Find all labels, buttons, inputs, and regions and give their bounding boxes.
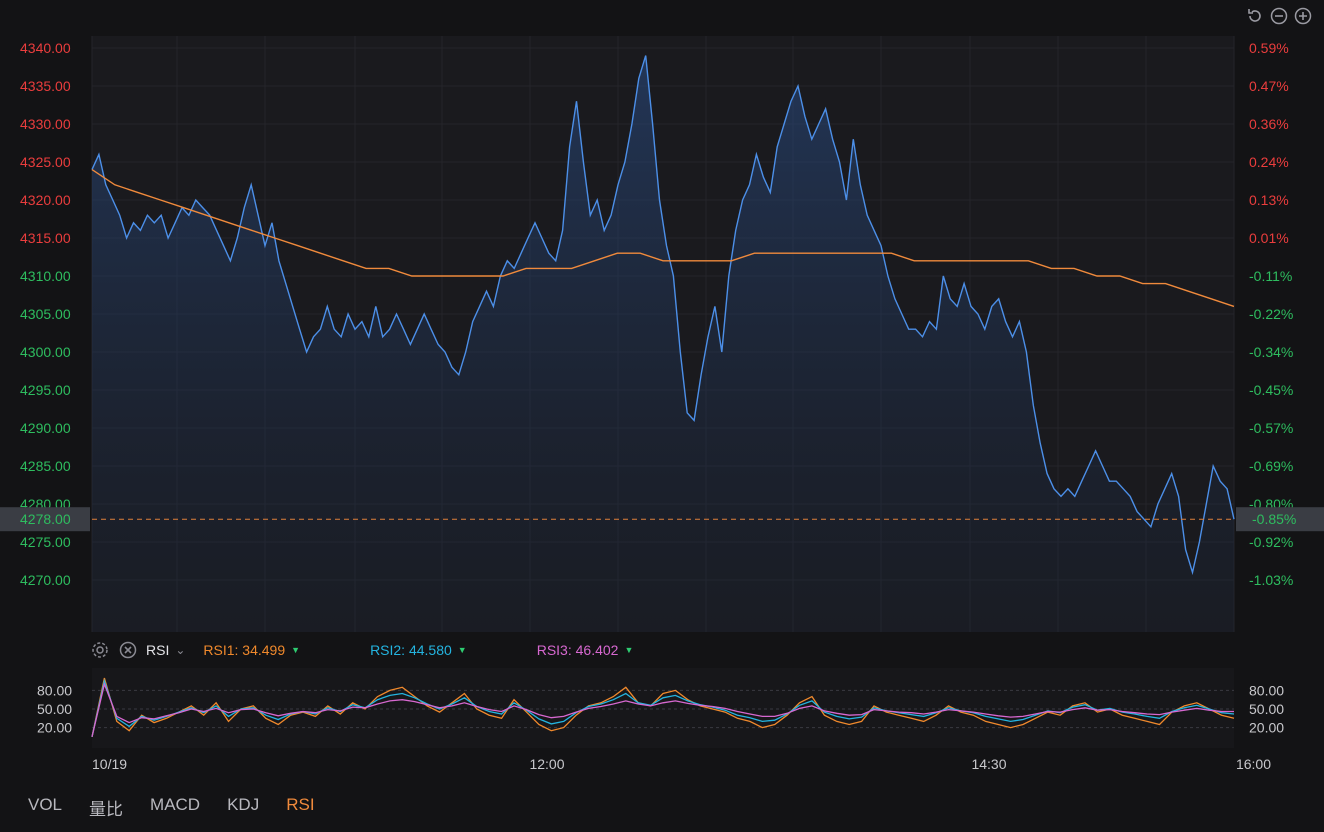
y-tick-right: -0.69%	[1249, 458, 1293, 474]
y-tick-right: -0.57%	[1249, 420, 1293, 436]
y-tick-right: 0.24%	[1249, 154, 1289, 170]
rsi-plot-bg	[92, 668, 1234, 748]
rsi1-value: RSI1: 34.499 ▼	[203, 642, 300, 658]
last-price-label: 4278.00	[20, 511, 71, 527]
rsi-chart: 80.00 80.00 50.00 50.00 20.00 20.00	[37, 668, 1284, 748]
chevron-down-icon[interactable]: ⌄	[175, 643, 185, 657]
y-tick-right: 0.13%	[1249, 192, 1289, 208]
y-tick-right: -0.45%	[1249, 382, 1293, 398]
rsi2-label: RSI2: 44.580	[370, 642, 452, 658]
rsi1-label: RSI1: 34.499	[203, 642, 286, 658]
x-tick: 16:00	[1236, 756, 1271, 772]
y-tick-left: 4285.00	[20, 458, 71, 474]
zoom-out-icon[interactable]	[1270, 7, 1288, 25]
y-tick-left: 4300.00	[20, 344, 71, 360]
rsi3-value: RSI3: 46.402 ▼	[537, 642, 634, 658]
zoom-in-icon[interactable]	[1294, 7, 1312, 25]
indicator-name: RSI	[146, 642, 170, 658]
reset-icon[interactable]	[1246, 7, 1264, 25]
y-tick-right: -1.03%	[1249, 572, 1293, 588]
y-tick-left: 4315.00	[20, 230, 71, 246]
y-tick-right: -0.11%	[1249, 268, 1292, 284]
x-tick: 12:00	[529, 756, 564, 772]
tab-vol[interactable]: VOL	[28, 795, 62, 820]
rsi-y-tick-left: 20.00	[37, 720, 72, 736]
y-tick-left: 4270.00	[20, 572, 71, 588]
x-tick: 14:30	[971, 756, 1006, 772]
x-tick: 10/19	[92, 756, 127, 772]
y-tick-right: -0.92%	[1249, 534, 1293, 550]
y-tick-left: 4305.00	[20, 306, 71, 322]
tab-rsi[interactable]: RSI	[286, 795, 314, 820]
last-pct-label: -0.85%	[1252, 511, 1296, 527]
y-tick-right: 0.47%	[1249, 78, 1289, 94]
y-tick-right: 0.36%	[1249, 116, 1289, 132]
rsi-y-tick-left: 80.00	[37, 682, 72, 698]
rsi2-value: RSI2: 44.580 ▼	[370, 642, 467, 658]
triangle-down-icon: ▼	[291, 645, 301, 655]
y-tick-left: 4275.00	[20, 534, 71, 550]
rsi-y-tick-right: 20.00	[1249, 720, 1284, 736]
intraday-chart[interactable]: 4340.00 0.59% 4335.00 0.47% 4330.00 0.36% 4325…	[0, 0, 1324, 832]
y-tick-left: 4310.00	[20, 268, 71, 284]
y-tick-left: 4290.00	[20, 420, 71, 436]
y-tick-left: 4325.00	[20, 154, 71, 170]
triangle-down-icon: ▼	[624, 645, 634, 655]
y-tick-left: 4340.00	[20, 40, 71, 56]
y-tick-right: 0.59%	[1249, 40, 1289, 56]
rsi-y-tick-right: 80.00	[1249, 682, 1284, 698]
close-icon[interactable]	[118, 640, 138, 660]
y-tick-left: 4335.00	[20, 78, 71, 94]
tab-macd[interactable]: MACD	[150, 795, 200, 820]
rsi-legend-bar: RSI ⌄ RSI1: 34.499 ▼ RSI2: 44.580 ▼ RSI3…	[90, 638, 703, 662]
y-tick-right: 0.01%	[1249, 230, 1289, 246]
settings-icon[interactable]	[90, 640, 110, 660]
rsi3-label: RSI3: 46.402	[536, 642, 619, 658]
indicator-tabs: VOL 量比 MACD KDJ RSI	[28, 795, 315, 820]
y-tick-left: 4320.00	[20, 192, 71, 208]
y-tick-left: 4295.00	[20, 382, 71, 398]
triangle-down-icon: ▼	[457, 645, 467, 655]
y-tick-right: -0.22%	[1249, 306, 1293, 322]
tab-kdj[interactable]: KDJ	[227, 795, 259, 820]
y-tick-left: 4330.00	[20, 116, 71, 132]
rsi-y-tick-right: 50.00	[1249, 701, 1284, 717]
y-tick-right: -0.34%	[1249, 344, 1293, 360]
zoom-controls	[1246, 7, 1312, 25]
rsi-y-tick-left: 50.00	[37, 701, 72, 717]
tab-volume-ratio[interactable]: 量比	[89, 795, 123, 820]
